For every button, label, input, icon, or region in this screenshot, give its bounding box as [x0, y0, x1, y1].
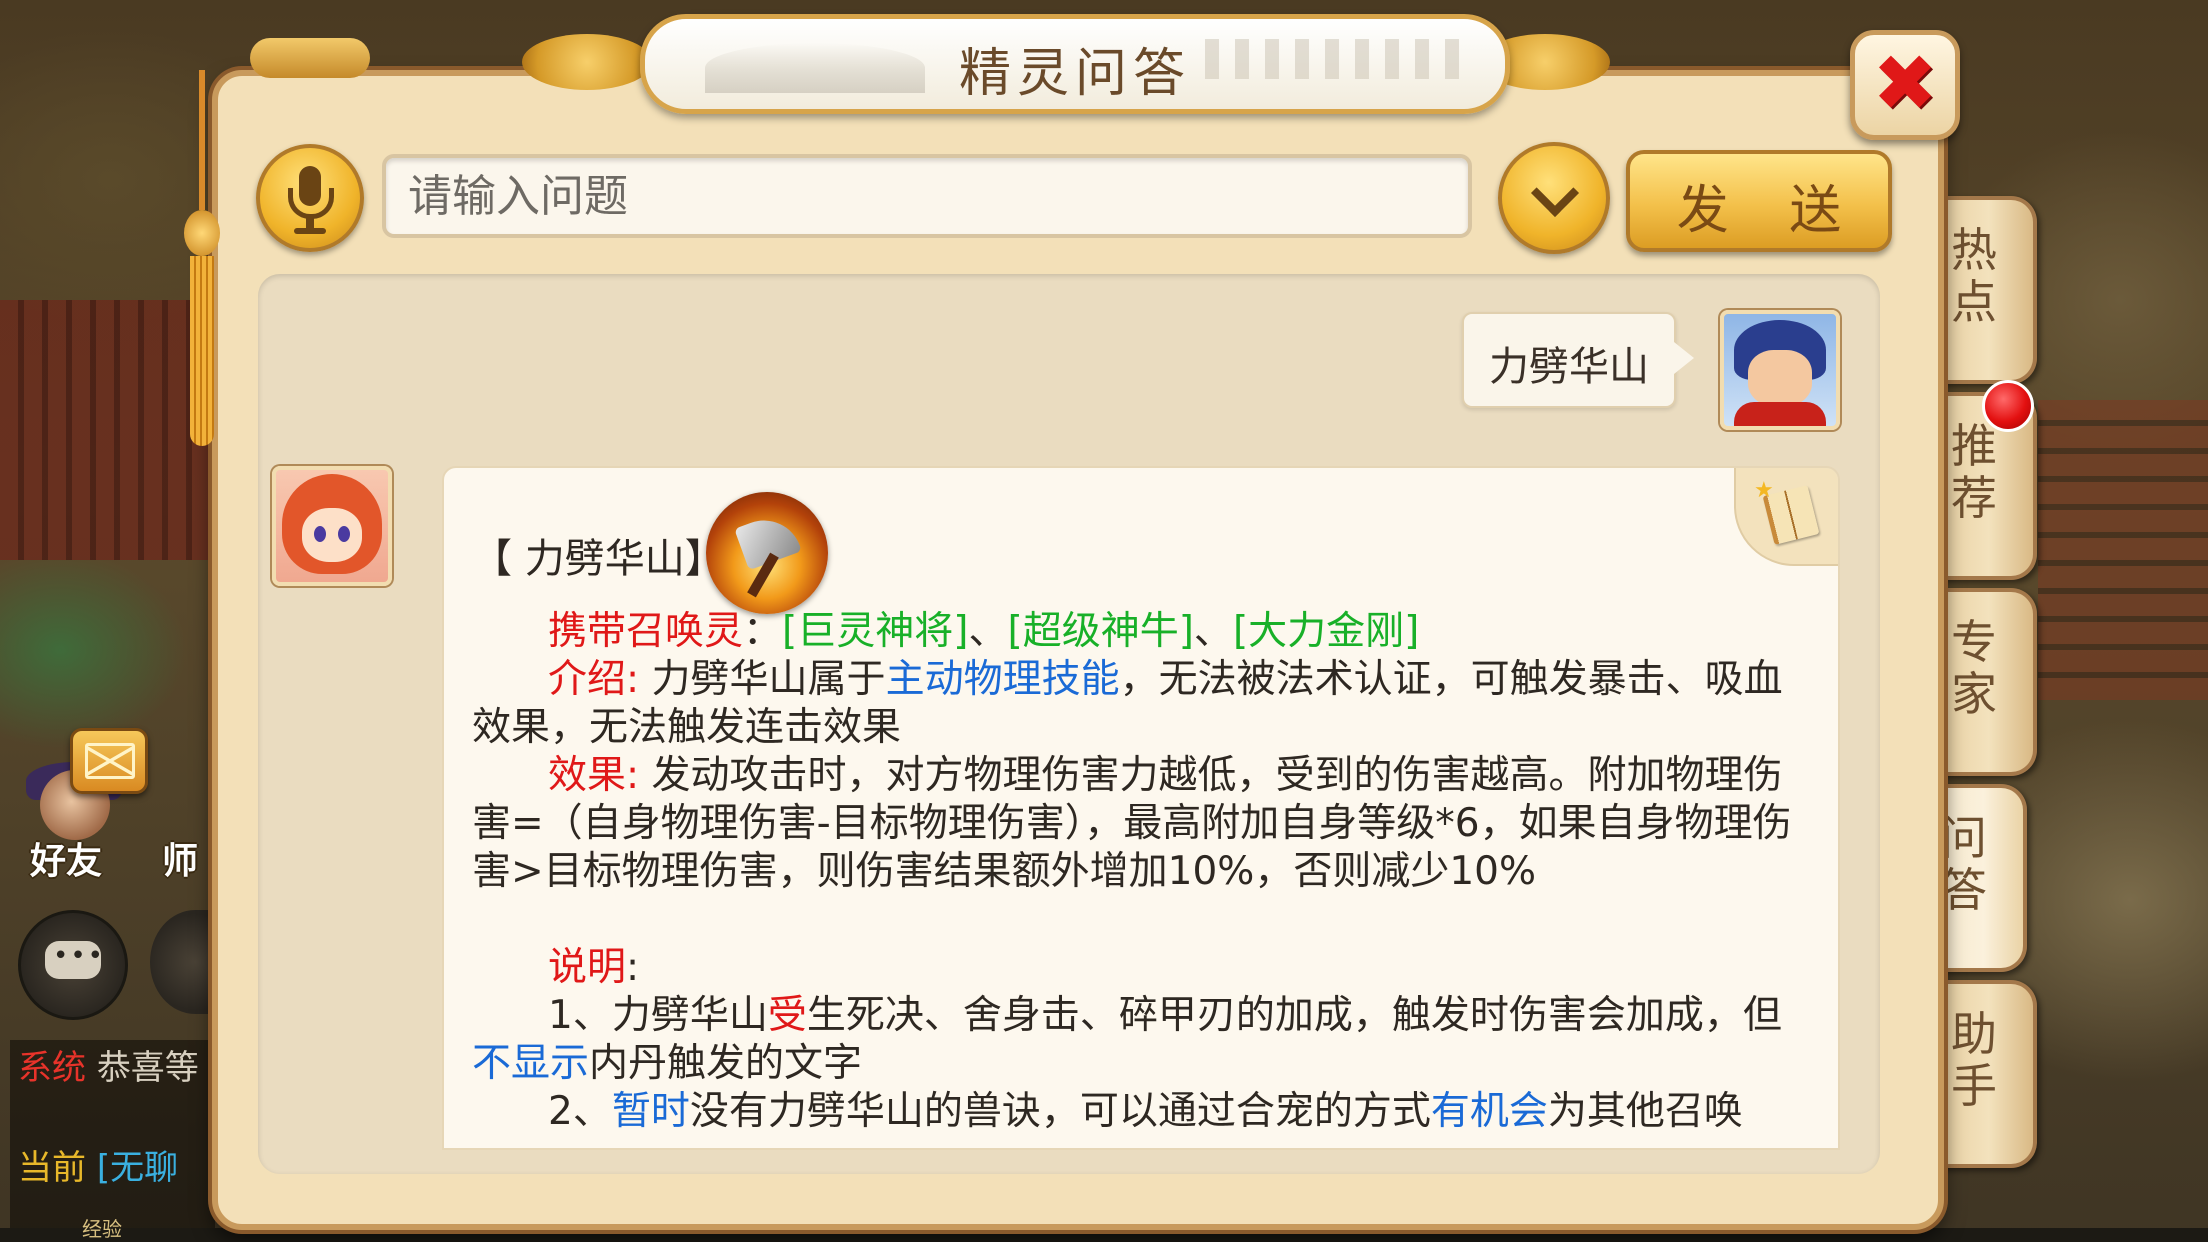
- title-plate: 精灵问答: [640, 14, 1510, 114]
- intro-line: 介绍: 力劈华山属于主动物理技能，无法被法术认证，可触发暴击、吸血效果，无法触发…: [472, 656, 1812, 752]
- effect-sep: :: [626, 753, 640, 798]
- send-button[interactable]: 发 送: [1626, 150, 1892, 252]
- intro-sep: :: [626, 657, 640, 702]
- chat-line: 当前 [无聊: [18, 1140, 178, 1189]
- microphone-icon-base: [294, 228, 326, 234]
- notification-dot: [1982, 380, 2034, 432]
- effect-text: 发动攻击时，对方物理伤害力越低，受到的伤害越高。附加物理伤害=（自身物理伤害-目…: [472, 753, 1792, 894]
- chat-line: 系统 恭喜等: [18, 1040, 199, 1089]
- tassel-knot: [184, 210, 220, 256]
- carry-sep: 、: [968, 609, 1008, 654]
- spirit-avatar-eye: [314, 526, 326, 542]
- book-icon[interactable]: [1734, 468, 1838, 566]
- user-avatar: [1720, 310, 1840, 430]
- note-text: 2、: [548, 1089, 612, 1134]
- mail-icon[interactable]: [70, 728, 148, 794]
- teacher-label: 师: [162, 841, 199, 882]
- note-item-2: 2、暂时没有力劈华山的兽诀，可以通过合宠的方式有机会为其他召唤: [472, 1088, 1812, 1136]
- tab-recommend-label: 推荐: [1951, 419, 1997, 525]
- note-text: 没有力劈华山的兽诀，可以通过合宠的方式: [689, 1089, 1431, 1134]
- carry-line: 携带召唤灵：[巨灵神将]、[超级神牛]、[大力金刚]: [472, 608, 1812, 656]
- intro-label: 介绍: [548, 657, 627, 702]
- chevron-down-icon: [1530, 168, 1580, 218]
- chat-log[interactable]: 系统 恭喜等 当前 [无聊: [10, 1040, 215, 1242]
- question-input[interactable]: [382, 154, 1472, 238]
- carry-sep: ：: [743, 609, 783, 654]
- history-dropdown-button[interactable]: [1498, 142, 1610, 254]
- experience-bar: [0, 1228, 2208, 1242]
- spirit-avatar-eye: [338, 526, 350, 542]
- background-building-right: [2038, 400, 2208, 700]
- close-icon: ✖: [1872, 39, 1938, 129]
- spirit-avatar-face: [302, 508, 362, 562]
- spirit-avatar: [272, 466, 392, 586]
- effect-label: 效果: [548, 753, 627, 798]
- tab-hot[interactable]: 热点: [1935, 196, 2037, 384]
- answer-body: 携带召唤灵：[巨灵神将]、[超级神牛]、[大力金刚] 介绍: 力劈华山属于主动物…: [472, 608, 1812, 1136]
- chat-channel: 当前: [18, 1148, 86, 1188]
- effect-line: 效果: 发动攻击时，对方物理伤害力越低，受到的伤害越高。附加物理伤害=（自身物理…: [472, 752, 1812, 896]
- note-text: 内丹触发的文字: [589, 1041, 863, 1086]
- tassel-fringe: [190, 256, 214, 446]
- skill-axe-icon: [706, 492, 828, 614]
- tassel-rope: [199, 70, 205, 210]
- carry-value[interactable]: [巨灵神将]: [782, 609, 968, 654]
- corner-ornament-left: [250, 38, 370, 78]
- note-sep: :: [626, 945, 640, 990]
- chat-text: 恭喜等: [96, 1048, 199, 1088]
- carry-value[interactable]: [大力金刚]: [1233, 609, 1419, 654]
- note-text: 生死决、舍身击、碎甲刃的加成，触发时伤害会加成，但: [806, 993, 1782, 1038]
- tab-assistant-label: 助手: [1951, 1007, 1997, 1113]
- note-link[interactable]: 有机会: [1431, 1089, 1548, 1134]
- chat-bubble-icon[interactable]: [18, 910, 128, 1020]
- note-label: 说明: [548, 945, 627, 990]
- note-text: 1、力劈华山: [548, 993, 768, 1038]
- send-button-label: 发 送: [1676, 181, 1864, 241]
- note-highlight: 受: [767, 993, 807, 1038]
- carry-label: 携带召唤灵: [548, 609, 744, 654]
- chat-text: [无聊: [96, 1148, 179, 1188]
- tab-expert[interactable]: 专家: [1935, 588, 2037, 776]
- tassel-ornament: [182, 70, 222, 446]
- skill-title: 【 力劈华山】: [472, 536, 725, 582]
- answer-bubble[interactable]: 【 力劈华山】 携带召唤灵：[巨灵神将]、[超级神牛]、[大力金刚] 介绍: 力…: [442, 466, 1840, 1150]
- intro-text: 力劈华山属于: [639, 657, 886, 702]
- user-avatar-face: [1748, 350, 1812, 406]
- user-message-bubble: 力劈华山: [1462, 312, 1694, 408]
- note-text: 为其他召唤: [1547, 1089, 1743, 1134]
- dialog-title: 精灵问答: [958, 44, 1191, 104]
- note-link[interactable]: 暂时: [612, 1089, 690, 1134]
- tab-expert-label: 专家: [1951, 615, 1997, 721]
- friend-label: 好友: [30, 841, 103, 882]
- note-line: 说明:: [472, 944, 1812, 992]
- close-button[interactable]: ✖: [1850, 30, 1960, 140]
- experience-label: 经验: [82, 1217, 122, 1241]
- intro-link[interactable]: 主动物理技能: [886, 657, 1120, 702]
- tab-assistant[interactable]: 助手: [1935, 980, 2037, 1168]
- user-message-text: 力劈华山: [1489, 344, 1649, 390]
- chat-channel: 系统: [18, 1048, 86, 1088]
- microphone-icon-arc: [288, 188, 334, 219]
- note-link[interactable]: 不显示: [472, 1041, 589, 1086]
- voice-input-button[interactable]: [256, 144, 364, 252]
- tab-hot-label: 热点: [1951, 223, 1997, 329]
- title-scroll-left: [522, 34, 652, 90]
- carry-value[interactable]: [超级神牛]: [1007, 609, 1193, 654]
- carry-sep: 、: [1193, 609, 1233, 654]
- note-item-1: 1、力劈华山受生死决、舍身击、碎甲刃的加成，触发时伤害会加成，但不显示内丹触发的…: [472, 992, 1812, 1088]
- user-avatar-cloth: [1734, 402, 1826, 426]
